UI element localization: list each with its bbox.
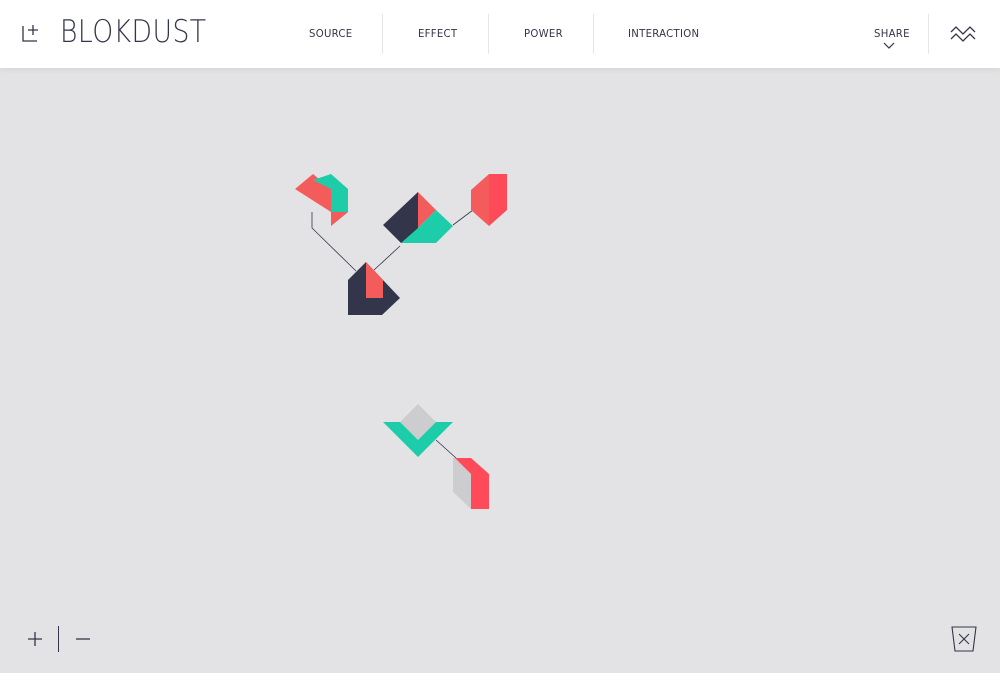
source-block[interactable] [453, 458, 489, 509]
connection-wires [311, 209, 474, 459]
trash-icon[interactable] [950, 625, 978, 653]
zoom-divider [58, 626, 59, 652]
plus-icon[interactable] [27, 631, 43, 647]
effect-block[interactable] [383, 192, 453, 243]
share-button[interactable]: SHARE [874, 27, 910, 40]
new-document-icon[interactable] [20, 22, 42, 44]
nav-divider [488, 14, 489, 54]
nav-power[interactable]: POWER [524, 27, 563, 40]
source-block[interactable] [471, 174, 507, 226]
source-block[interactable] [295, 174, 348, 226]
blocks-canvas[interactable] [0, 68, 1000, 673]
nav-source[interactable]: SOURCE [309, 27, 352, 40]
minus-icon[interactable] [75, 631, 91, 647]
nav-divider [928, 14, 929, 54]
top-bar: BLOKDUST SOURCE EFFECT POWER INTERACTION… [0, 0, 1000, 68]
interaction-block[interactable] [383, 404, 453, 457]
nav-divider [593, 14, 594, 54]
nav-divider [382, 14, 383, 54]
chevron-down-icon[interactable] [883, 42, 895, 50]
app-logo[interactable]: BLOKDUST [60, 14, 207, 50]
zigzag-menu-icon[interactable] [950, 22, 976, 44]
nav-effect[interactable]: EFFECT [418, 27, 457, 40]
nav-interaction[interactable]: INTERACTION [628, 27, 699, 40]
